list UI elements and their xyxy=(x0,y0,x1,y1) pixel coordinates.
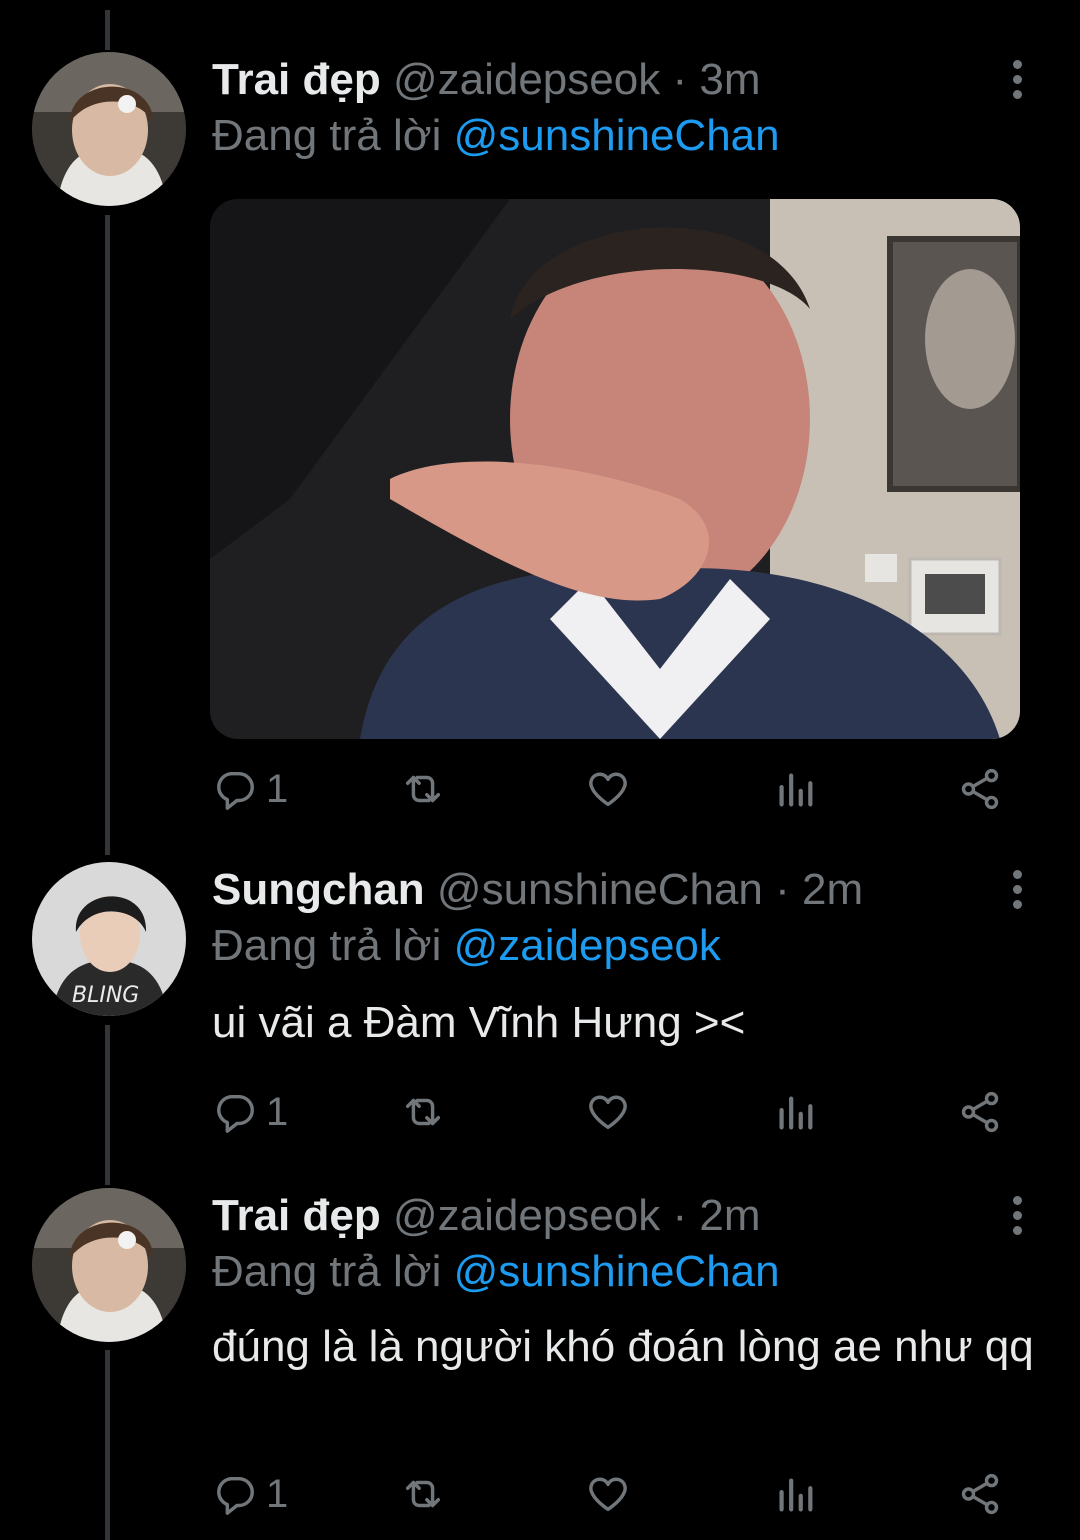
like-button[interactable] xyxy=(585,1464,631,1524)
views-icon xyxy=(779,773,813,807)
tweet-text: ui vãi a Đàm Vĩnh Hưng >< xyxy=(212,998,746,1047)
tweet-header: Trai đẹp @zaidepseok · 2m xyxy=(212,1188,760,1244)
share-button[interactable] xyxy=(957,1464,1003,1524)
display-name[interactable]: Trai đẹp xyxy=(212,55,381,104)
views-button[interactable] xyxy=(772,1082,818,1142)
retweet-button[interactable] xyxy=(400,759,446,819)
reply-icon xyxy=(217,771,254,810)
timestamp[interactable]: 3m xyxy=(699,55,760,104)
views-icon xyxy=(779,1478,813,1512)
reply-button[interactable]: 1 xyxy=(212,1082,288,1142)
user-handle[interactable]: @sunshineChan xyxy=(437,865,763,914)
reply-count: 1 xyxy=(266,766,289,811)
more-options-icon[interactable] xyxy=(1000,866,1034,916)
avatar[interactable] xyxy=(32,1188,186,1342)
more-options-icon[interactable] xyxy=(1000,1192,1034,1242)
reply-button[interactable]: 1 xyxy=(212,759,288,819)
retweet-icon xyxy=(405,775,441,803)
user-handle[interactable]: @zaidepseok xyxy=(393,55,660,104)
reply-icon xyxy=(217,1094,254,1133)
avatar[interactable] xyxy=(32,52,186,206)
display-name[interactable]: Sungchan xyxy=(212,865,425,914)
retweet-icon xyxy=(405,1098,441,1126)
tweet-actions: 1 xyxy=(212,1082,1012,1142)
tweet-media[interactable] xyxy=(210,199,1020,739)
like-button[interactable] xyxy=(585,759,631,819)
retweet-icon xyxy=(405,1480,441,1508)
reply-count: 1 xyxy=(266,1089,289,1134)
reply-icon xyxy=(217,1476,254,1515)
replying-to-label: Đang trả lời xyxy=(212,111,442,160)
tweet[interactable]: BLING Sungchan @sunshineChan · 2m Đang t… xyxy=(0,862,1080,1162)
like-icon xyxy=(589,772,627,807)
tweet[interactable]: Trai đẹp @zaidepseok · 2m Đang trả lời @… xyxy=(0,1188,1080,1540)
separator-dot: · xyxy=(672,1191,688,1240)
tweet-text: đúng là là người khó đoán lòng ae như qq xyxy=(212,1322,1034,1371)
reply-button[interactable]: 1 xyxy=(212,1464,288,1524)
mention-link[interactable]: @sunshineChan xyxy=(454,111,780,160)
thread-connector-line xyxy=(105,10,110,50)
like-icon xyxy=(589,1095,627,1130)
retweet-button[interactable] xyxy=(400,1464,446,1524)
tweet-actions: 1 xyxy=(212,1464,1012,1524)
separator-dot: · xyxy=(775,865,790,914)
mention-link[interactable]: @sunshineChan xyxy=(454,1247,780,1296)
replying-to: Đang trả lời @sunshineChan xyxy=(212,108,780,164)
like-button[interactable] xyxy=(585,1082,631,1142)
tweet-header: Trai đẹp @zaidepseok · 3m xyxy=(212,52,760,108)
views-icon xyxy=(779,1096,813,1130)
display-name[interactable]: Trai đẹp xyxy=(212,1191,381,1240)
tweet-actions: 1 xyxy=(212,759,1012,819)
share-button[interactable] xyxy=(957,1082,1003,1142)
tweet[interactable]: Trai đẹp @zaidepseok · 3m Đang trả lời @… xyxy=(0,52,1080,822)
timestamp[interactable]: 2m xyxy=(802,865,863,914)
svg-text:BLING: BLING xyxy=(72,983,139,1008)
replying-to: Đang trả lời @zaidepseok xyxy=(212,918,721,974)
retweet-button[interactable] xyxy=(400,1082,446,1142)
tweet-header: Sungchan @sunshineChan · 2m xyxy=(212,862,863,918)
views-button[interactable] xyxy=(772,759,818,819)
avatar[interactable]: BLING xyxy=(32,862,186,1016)
replying-to-label: Đang trả lời xyxy=(212,1247,442,1296)
reply-count: 1 xyxy=(266,1471,289,1516)
share-icon xyxy=(961,768,999,810)
separator-dot: · xyxy=(672,55,688,104)
share-button[interactable] xyxy=(957,759,1003,819)
views-button[interactable] xyxy=(772,1464,818,1524)
user-handle[interactable]: @zaidepseok xyxy=(393,1191,660,1240)
replying-to: Đang trả lời @sunshineChan xyxy=(212,1244,780,1300)
share-icon xyxy=(961,1473,999,1515)
mention-link[interactable]: @zaidepseok xyxy=(454,921,721,970)
share-icon xyxy=(961,1091,999,1133)
like-icon xyxy=(589,1477,627,1512)
timestamp[interactable]: 2m xyxy=(699,1191,760,1240)
more-options-icon[interactable] xyxy=(1000,56,1034,106)
replying-to-label: Đang trả lời xyxy=(212,921,442,970)
